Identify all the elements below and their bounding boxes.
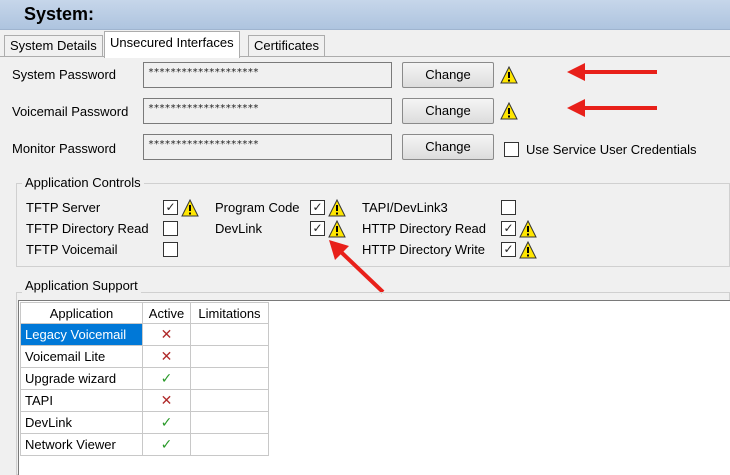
annotation-arrow-icon xyxy=(329,240,385,294)
annotation-arrow-icon xyxy=(567,63,657,81)
limitations-cell xyxy=(190,367,269,390)
system-password-field[interactable]: ******************** xyxy=(143,62,392,88)
page-title: System: xyxy=(24,4,95,24)
limitations-cell xyxy=(190,323,269,346)
devlink-checkbox[interactable]: ✓ xyxy=(310,221,325,236)
monitor-password-change-button[interactable]: Change xyxy=(402,134,494,160)
window-header: System: xyxy=(0,0,730,30)
column-header-limitations[interactable]: Limitations xyxy=(190,302,269,324)
warning-icon xyxy=(519,241,537,259)
cross-icon: ✕ xyxy=(160,392,173,408)
application-support-table: Application Active Limitations Legacy Vo… xyxy=(20,302,269,456)
warning-icon xyxy=(328,199,346,217)
use-service-user-label: Use Service User Credentials xyxy=(526,142,697,157)
application-controls-title: Application Controls xyxy=(22,175,144,190)
table-row[interactable]: TAPI ✕ xyxy=(20,389,269,412)
cross-icon: ✕ xyxy=(160,348,173,364)
table-row[interactable]: Voicemail Lite ✕ xyxy=(20,345,269,368)
tapi-devlink3-label: TAPI/DevLink3 xyxy=(362,200,448,215)
application-cell: DevLink xyxy=(20,411,143,434)
application-cell: Network Viewer xyxy=(20,433,143,456)
voicemail-password-label: Voicemail Password xyxy=(12,104,129,119)
http-directory-read-checkbox[interactable]: ✓ xyxy=(501,221,516,236)
table-row[interactable]: Network Viewer ✓ xyxy=(20,433,269,456)
checkmark-icon: ✓ xyxy=(160,370,173,386)
column-header-application[interactable]: Application xyxy=(20,302,143,324)
limitations-cell xyxy=(190,433,269,456)
tab-system-details[interactable]: System Details xyxy=(4,35,103,57)
program-code-checkbox[interactable]: ✓ xyxy=(310,200,325,215)
limitations-cell xyxy=(190,345,269,368)
application-cell: TAPI xyxy=(20,389,143,412)
table-row[interactable]: DevLink ✓ xyxy=(20,411,269,434)
limitations-cell xyxy=(190,389,269,412)
system-password-change-button[interactable]: Change xyxy=(402,62,494,88)
tapi-devlink3-checkbox[interactable] xyxy=(501,200,516,215)
program-code-label: Program Code xyxy=(215,200,300,215)
table-row[interactable]: Upgrade wizard ✓ xyxy=(20,367,269,390)
checkmark-icon: ✓ xyxy=(160,414,173,430)
warning-icon xyxy=(181,199,199,217)
warning-icon xyxy=(500,66,518,84)
monitor-password-field[interactable]: ******************** xyxy=(143,134,392,160)
application-cell: Legacy Voicemail xyxy=(20,323,143,346)
devlink-label: DevLink xyxy=(215,221,262,236)
monitor-password-label: Monitor Password xyxy=(12,141,117,156)
tab-unsecured-interfaces[interactable]: Unsecured Interfaces xyxy=(104,31,240,58)
application-support-title: Application Support xyxy=(22,278,141,293)
voicemail-password-field[interactable]: ******************** xyxy=(143,98,392,124)
tab-certificates[interactable]: Certificates xyxy=(248,35,326,57)
tftp-voicemail-label: TFTP Voicemail xyxy=(26,242,118,257)
tftp-server-label: TFTP Server xyxy=(26,200,101,215)
http-directory-write-checkbox[interactable]: ✓ xyxy=(501,242,516,257)
voicemail-password-change-button[interactable]: Change xyxy=(402,98,494,124)
application-cell: Voicemail Lite xyxy=(20,345,143,368)
limitations-cell xyxy=(190,411,269,434)
use-service-user-checkbox[interactable] xyxy=(504,142,519,157)
warning-icon xyxy=(519,220,537,238)
tftp-voicemail-checkbox[interactable] xyxy=(163,242,178,257)
column-header-active[interactable]: Active xyxy=(142,302,191,324)
checkmark-icon: ✓ xyxy=(160,436,173,452)
tab-strip: System Details Unsecured Interfaces Cert… xyxy=(0,30,730,58)
application-cell: Upgrade wizard xyxy=(20,367,143,390)
tftp-server-checkbox[interactable]: ✓ xyxy=(163,200,178,215)
tftp-directory-read-label: TFTP Directory Read xyxy=(26,221,149,236)
tftp-directory-read-checkbox[interactable] xyxy=(163,221,178,236)
table-row[interactable]: Legacy Voicemail ✕ xyxy=(20,323,269,346)
warning-icon xyxy=(500,102,518,120)
system-password-label: System Password xyxy=(12,67,117,82)
annotation-arrow-icon xyxy=(567,99,657,117)
cross-icon: ✕ xyxy=(160,326,173,342)
http-directory-read-label: HTTP Directory Read xyxy=(362,221,487,236)
